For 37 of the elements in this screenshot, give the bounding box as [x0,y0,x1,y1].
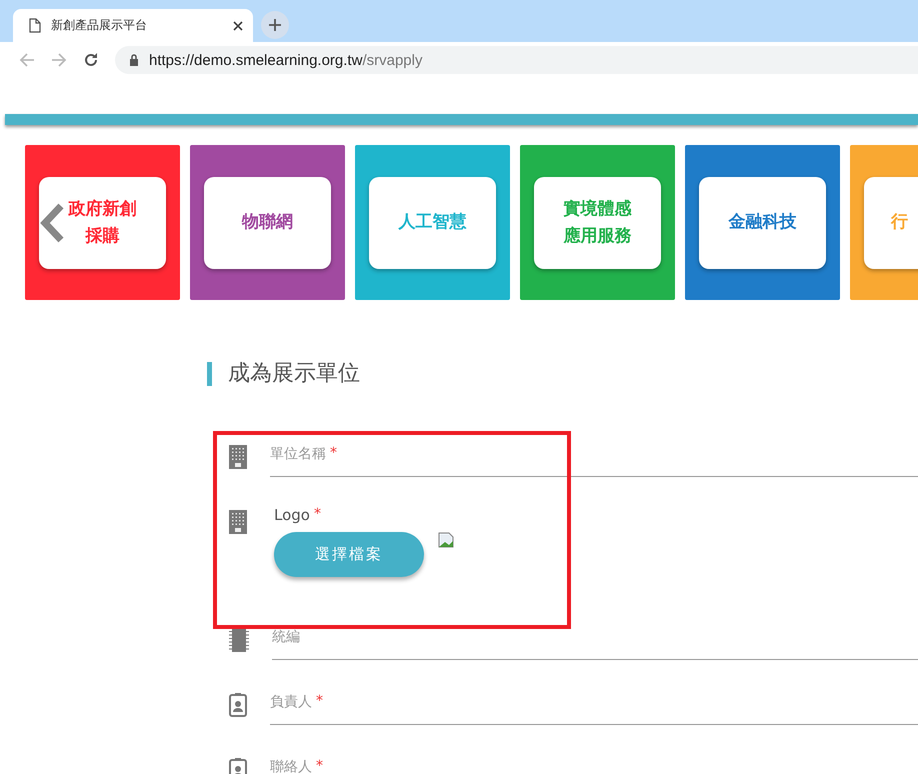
lock-icon [129,54,139,66]
reload-icon[interactable] [83,52,99,68]
category-tile[interactable]: 物聯網 [190,145,345,300]
category-label: 政府新創 [68,198,136,220]
url-text: https://demo.smelearning.org.tw/srvapply [149,52,422,68]
category-label: 金融科技 [728,211,796,234]
required-mark: * [314,506,321,524]
broken-image-icon [438,532,454,548]
text-field[interactable]: 聯絡人 * [270,754,918,774]
address-bar[interactable]: https://demo.smelearning.org.tw/srvapply [115,46,918,74]
category-label: 實境體感 [564,198,632,220]
section-title: 成為展示單位 [207,362,918,386]
category-tile[interactable]: 實境體感 應用服務 [520,145,675,300]
building-icon [229,445,247,469]
tab-title: 新創產品展示平台 [51,17,148,34]
new-tab-button[interactable] [261,11,289,39]
id-badge-icon [229,693,247,717]
category-label: 採購 [86,224,120,248]
close-icon[interactable] [233,20,243,30]
text-field[interactable]: 統編 [272,624,918,660]
chevron-left-icon[interactable] [39,203,65,243]
category-label: 行 [891,211,908,234]
category-label: 人工智慧 [398,211,466,234]
choose-file-button[interactable]: 選擇檔案 [274,532,424,577]
document-icon [29,18,41,33]
chip-icon [229,628,249,652]
text-field[interactable]: 單位名稱 * [270,441,918,477]
category-tile[interactable]: 政府新創 採購 [25,145,180,300]
building-icon [229,510,247,534]
plus-icon [268,18,282,32]
category-label: 應用服務 [564,224,632,248]
browser-tab[interactable]: 新創產品展示平台 [13,9,253,42]
category-tile[interactable]: 人工智慧 [355,145,510,300]
text-field[interactable]: 負責人 * [270,689,918,725]
category-tile[interactable]: 金融科技 [685,145,840,300]
category-label: 物聯網 [242,211,293,234]
field-label: Logo [274,506,310,524]
